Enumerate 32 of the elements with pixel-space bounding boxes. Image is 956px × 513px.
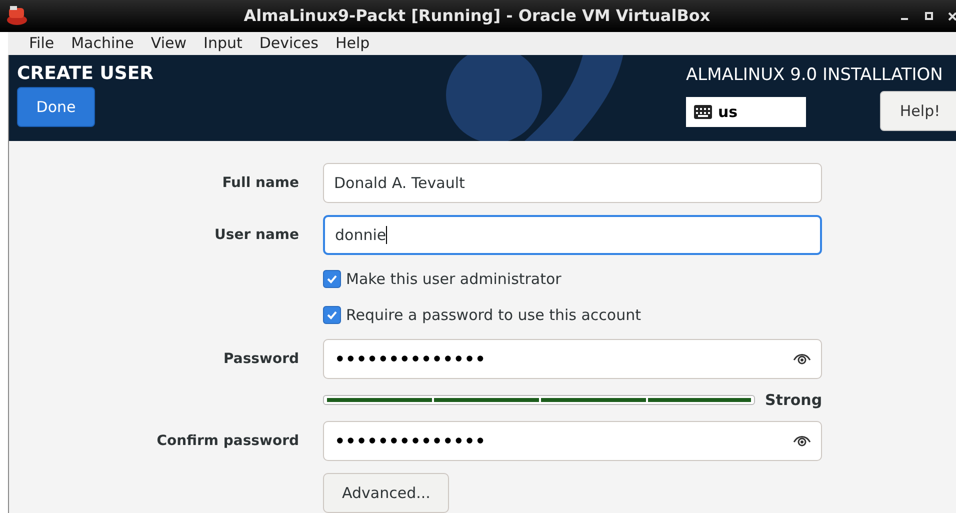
menu-item[interactable]: Devices (250, 34, 326, 52)
menu-item[interactable]: Machine (62, 34, 142, 52)
close-icon[interactable] (948, 10, 956, 21)
maximize-icon[interactable] (924, 10, 934, 21)
menu-item[interactable]: Input (194, 34, 250, 52)
menu-item[interactable]: Help (326, 34, 378, 52)
text-field[interactable]: donnie (323, 215, 822, 255)
checkbox-label: Make this user administrator (346, 270, 562, 288)
advanced-button[interactable]: Advanced... (323, 473, 450, 513)
checkbox[interactable] (323, 306, 341, 324)
eye-icon[interactable] (793, 435, 811, 447)
text-field[interactable]: Donald A. Tevault (323, 163, 822, 203)
menu-item[interactable]: File (20, 34, 62, 52)
password-field[interactable]: •••••••••••••• (323, 421, 822, 461)
page-title: CREATE USER (17, 63, 154, 84)
field-label: Full name (221, 175, 299, 191)
window-title: AlmaLinux9-Packt [Running] - Oracle VM VirtualBox (242, 6, 712, 26)
keyboard-layout-field[interactable]: us (686, 97, 806, 127)
checkbox-label: Require a password to use this account (346, 306, 641, 324)
field-label: Confirm password (156, 433, 299, 449)
done-button[interactable]: Done (17, 87, 95, 127)
strength-text: Strong (765, 391, 822, 409)
field-label: Password (222, 351, 299, 367)
app-icon (6, 6, 28, 26)
field-label: User name (214, 227, 299, 243)
password-field[interactable]: •••••••••••••• (323, 339, 822, 379)
keyboard-icon (694, 105, 712, 119)
help-button[interactable]: Help! (880, 91, 956, 131)
product-title: ALMALINUX 9.0 INSTALLATION (686, 65, 944, 85)
checkbox[interactable] (323, 270, 341, 288)
menu-item[interactable]: View (142, 34, 195, 52)
eye-icon[interactable] (793, 353, 811, 365)
